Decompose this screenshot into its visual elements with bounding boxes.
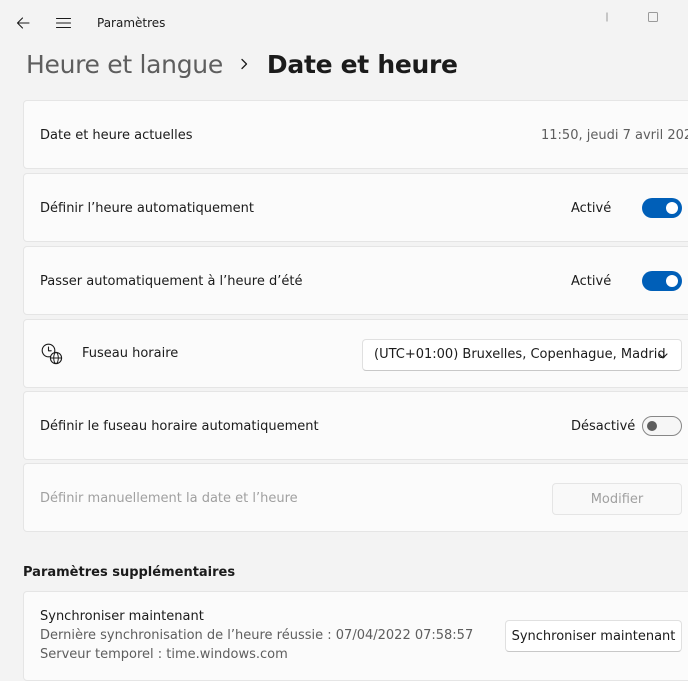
timezone-dropdown[interactable]: (UTC+01:00) Bruxelles, Copenhague, Madri… — [362, 339, 682, 371]
manual-datetime-card: Définir manuellement la date et l’heure … — [23, 463, 688, 532]
sync-card: Synchroniser maintenant Dernière synchro… — [23, 591, 688, 681]
auto-timezone-card[interactable]: Définir le fuseau horaire automatiquemen… — [23, 391, 688, 460]
last-sync-text: Dernière synchronisation de l’heure réus… — [40, 628, 474, 643]
maximize-icon[interactable] — [644, 8, 662, 26]
hamburger-icon[interactable] — [52, 12, 74, 34]
page-title: Date et heure — [266, 49, 458, 79]
auto-time-card[interactable]: Définir l’heure automatiquement Activé — [23, 173, 688, 242]
auto-time-label: Définir l’heure automatiquement — [40, 201, 255, 216]
breadcrumb: Heure et langue Date et heure — [26, 44, 458, 84]
auto-timezone-toggle[interactable] — [642, 416, 682, 436]
modify-button[interactable]: Modifier — [552, 483, 682, 515]
manual-datetime-label: Définir manuellement la date et l’heure — [40, 491, 298, 506]
timezone-selected: (UTC+01:00) Bruxelles, Copenhague, Madri… — [374, 347, 666, 362]
sync-now-button[interactable]: Synchroniser maintenant — [505, 620, 682, 652]
clock-globe-icon — [40, 342, 64, 366]
timezone-card: Fuseau horaire (UTC+01:00) Bruxelles, Co… — [23, 319, 688, 388]
back-arrow-icon[interactable] — [12, 12, 34, 34]
minimize-icon[interactable] — [598, 8, 616, 26]
auto-dst-toggle[interactable] — [642, 271, 682, 291]
auto-time-state: Activé — [571, 201, 612, 216]
toggle-knob — [666, 275, 678, 287]
current-datetime-card: Date et heure actuelles 11:50, jeudi 7 a… — [23, 100, 688, 169]
app-title: Paramètres — [97, 16, 166, 30]
chevron-right-icon — [237, 57, 251, 71]
sync-title: Synchroniser maintenant — [40, 609, 204, 624]
current-datetime-value: 11:50, jeudi 7 avril 2022 — [541, 128, 688, 143]
auto-timezone-state: Désactivé — [571, 419, 636, 434]
auto-dst-label: Passer automatiquement à l’heure d’été — [40, 274, 303, 289]
title-bar: Paramètres — [0, 0, 688, 48]
toggle-knob — [666, 202, 678, 214]
auto-dst-state: Activé — [571, 274, 612, 289]
auto-timezone-label: Définir le fuseau horaire automatiquemen… — [40, 419, 319, 434]
timezone-label: Fuseau horaire — [82, 346, 179, 361]
current-datetime-label: Date et heure actuelles — [40, 128, 193, 143]
chevron-down-icon — [657, 350, 669, 362]
auto-time-toggle[interactable] — [642, 198, 682, 218]
time-server-text: Serveur temporel : time.windows.com — [40, 647, 288, 662]
additional-settings-heading: Paramètres supplémentaires — [23, 565, 236, 580]
toggle-knob — [647, 421, 657, 431]
auto-dst-card[interactable]: Passer automatiquement à l’heure d’été A… — [23, 246, 688, 315]
breadcrumb-parent[interactable]: Heure et langue — [26, 50, 223, 79]
